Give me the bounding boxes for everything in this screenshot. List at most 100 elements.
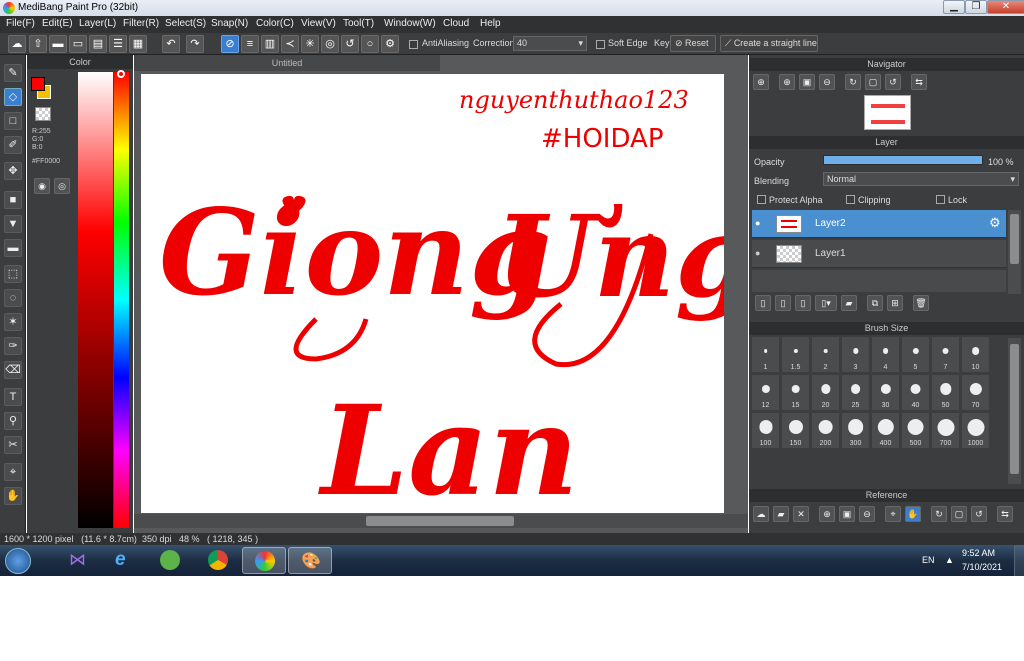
blending-select[interactable]: Normal ▾: [823, 172, 1019, 186]
reference-reset-icon[interactable]: ▢: [951, 506, 967, 522]
delete-layer-icon[interactable]: 🗑: [913, 295, 929, 311]
eraser-tool-icon[interactable]: ◇: [4, 88, 22, 106]
brush-size-cell[interactable]: 15: [781, 374, 810, 411]
new-layer-color-icon[interactable]: ▯: [775, 295, 791, 311]
layer-scroll-thumb[interactable]: [1010, 214, 1019, 264]
menu-file[interactable]: File(F): [6, 18, 35, 29]
brush-size-cell[interactable]: 200: [811, 412, 840, 449]
menu-select[interactable]: Select(S): [165, 18, 206, 29]
brush-size-scrollbar[interactable]: [1008, 338, 1021, 484]
brush-size-cell[interactable]: 2: [811, 336, 840, 373]
snap-ellipse-icon[interactable]: ○: [361, 35, 379, 53]
reference-zoom-out-icon[interactable]: ⊖: [859, 506, 875, 522]
reference-zoom-in-icon[interactable]: ⊕: [819, 506, 835, 522]
reference-close-icon[interactable]: ✕: [793, 506, 809, 522]
taskbar-visual-studio[interactable]: ⋈: [56, 547, 100, 574]
flip-icon[interactable]: ⇆: [911, 74, 927, 90]
brush-size-cell[interactable]: 150: [781, 412, 810, 449]
grid-icon[interactable]: ▦: [129, 35, 147, 53]
drawing-canvas[interactable]: nguyenthuthao123 #HOIDAP Giong Ưng Lan: [141, 74, 724, 513]
snap-parallel-icon[interactable]: ≡: [241, 35, 259, 53]
horizontal-scrollbar[interactable]: [134, 514, 748, 528]
blur-tool-icon[interactable]: ✐: [4, 136, 22, 154]
reference-rotate-icon[interactable]: ↻: [931, 506, 947, 522]
new-layer-8bit-icon[interactable]: ▯: [795, 295, 811, 311]
menu-snap[interactable]: Snap(N): [211, 18, 248, 29]
undo-icon[interactable]: ↶: [162, 35, 180, 53]
menu-tool[interactable]: Tool(T): [343, 18, 374, 29]
select-rect-icon[interactable]: ⬚: [4, 265, 22, 283]
brush-size-cell[interactable]: 500: [901, 412, 930, 449]
rotate-icon[interactable]: ↻: [845, 74, 861, 90]
brush-size-cell[interactable]: 20: [811, 374, 840, 411]
gear-icon[interactable]: ⚙: [989, 215, 1001, 231]
brush-size-cell[interactable]: 50: [931, 374, 960, 411]
snap-perspective-icon[interactable]: ≺: [281, 35, 299, 53]
horizontal-scroll-thumb[interactable]: [366, 516, 514, 526]
opacity-slider[interactable]: [823, 155, 983, 165]
brush-size-cell[interactable]: 7: [931, 336, 960, 373]
brush-size-cell[interactable]: 300: [841, 412, 870, 449]
eye-icon[interactable]: ●: [755, 218, 760, 228]
start-button[interactable]: [5, 548, 31, 574]
minimize-button[interactable]: ▁: [943, 0, 965, 14]
taskbar-paint[interactable]: 🎨: [288, 547, 332, 574]
new-layer-icon[interactable]: ▯: [755, 295, 771, 311]
menu-view[interactable]: View(V): [301, 18, 336, 29]
select-eraser-icon[interactable]: ⌫: [4, 361, 22, 379]
reference-open-icon[interactable]: ▰: [773, 506, 789, 522]
divide-tool-icon[interactable]: ✂: [4, 436, 22, 454]
list-icon[interactable]: ☰: [109, 35, 127, 53]
palette-icon[interactable]: ◉: [34, 178, 50, 194]
clock-date[interactable]: 7/10/2021: [962, 562, 1002, 572]
reset-rotation-icon[interactable]: ▢: [865, 74, 881, 90]
hand-tool-icon[interactable]: ✋: [4, 487, 22, 505]
brush-size-cell[interactable]: 10: [961, 336, 990, 373]
reference-hand-icon[interactable]: ✋: [905, 506, 921, 522]
brush-size-cell[interactable]: 40: [901, 374, 930, 411]
reference-cloud-icon[interactable]: ☁: [753, 506, 769, 522]
text-tool-icon[interactable]: T: [4, 388, 22, 406]
upload-icon[interactable]: ⇧: [29, 35, 47, 53]
menu-filter[interactable]: Filter(R): [123, 18, 159, 29]
brush-size-cell[interactable]: 1: [751, 336, 780, 373]
layer-row-layer1[interactable]: ● Layer1: [752, 240, 1006, 268]
snap-radial-icon[interactable]: ✳: [301, 35, 319, 53]
language-indicator[interactable]: EN: [922, 555, 935, 565]
chat-icon[interactable]: ▬: [49, 35, 67, 53]
palette-settings-icon[interactable]: ◎: [54, 178, 70, 194]
create-straight-line-button[interactable]: ⟋ Create a straight line: [720, 35, 818, 52]
folder-icon[interactable]: ▰: [841, 295, 857, 311]
document-icon[interactable]: ▤: [89, 35, 107, 53]
brush-size-cell[interactable]: 400: [871, 412, 900, 449]
move-tool-icon[interactable]: ✥: [4, 162, 22, 180]
reference-fit-icon[interactable]: ▣: [839, 506, 855, 522]
brush-size-cell[interactable]: 5: [901, 336, 930, 373]
taskbar-coccoc[interactable]: [148, 547, 192, 574]
bucket-tool-icon[interactable]: ▼: [4, 215, 22, 233]
brush-size-cell[interactable]: 1.5: [781, 336, 810, 373]
close-button[interactable]: ✕: [987, 0, 1024, 14]
layer-scrollbar[interactable]: [1008, 210, 1021, 294]
snap-grid-icon[interactable]: ▥: [261, 35, 279, 53]
select-pen-icon[interactable]: ✑: [4, 337, 22, 355]
color-sv-bar[interactable]: [78, 72, 113, 528]
eye-icon[interactable]: ●: [755, 248, 760, 258]
menu-window[interactable]: Window(W): [384, 18, 436, 29]
brush-size-cell[interactable]: 3: [841, 336, 870, 373]
layer-row-layer2[interactable]: ● Layer2 ⚙: [752, 210, 1006, 238]
brush-size-cell[interactable]: 30: [871, 374, 900, 411]
snap-off-icon[interactable]: ⊘: [221, 35, 239, 53]
tray-arrow-icon[interactable]: ▲: [945, 555, 954, 565]
menu-cloud[interactable]: Cloud: [443, 18, 469, 29]
zoom-in-icon[interactable]: ⊕: [753, 74, 769, 90]
merge-layer-icon[interactable]: ⊞: [887, 295, 903, 311]
hue-bar[interactable]: [114, 72, 129, 528]
brush-size-cell[interactable]: 25: [841, 374, 870, 411]
duplicate-layer-icon[interactable]: ⧉: [867, 295, 883, 311]
reference-eyedropper-icon[interactable]: ⌖: [885, 506, 901, 522]
fit-icon[interactable]: ▣: [799, 74, 815, 90]
snap-settings-icon[interactable]: ⚙: [381, 35, 399, 53]
menu-help[interactable]: Help: [480, 18, 501, 29]
document-tab[interactable]: Untitled: [134, 55, 440, 71]
